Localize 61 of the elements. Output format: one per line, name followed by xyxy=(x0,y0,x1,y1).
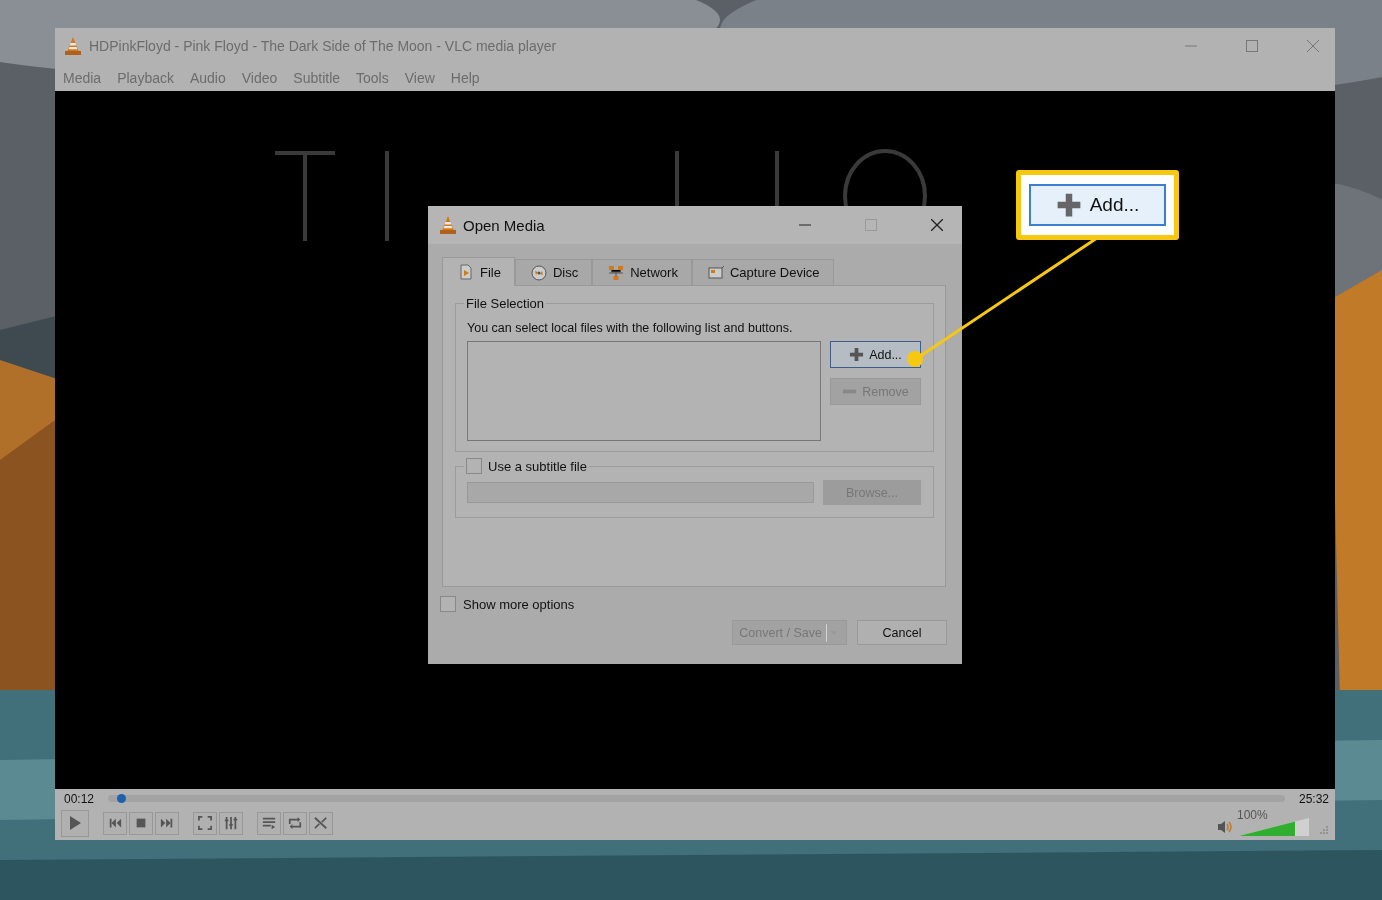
tab[interactable]: Capture Device xyxy=(691,259,834,285)
equalizer-button[interactable] xyxy=(219,811,243,835)
dropdown-icon xyxy=(826,622,840,643)
close-icon[interactable] xyxy=(931,219,943,231)
previous-icon xyxy=(108,816,122,830)
loop-button[interactable] xyxy=(283,811,307,835)
menu-item[interactable]: Help xyxy=(450,69,480,86)
stop-icon xyxy=(134,816,148,830)
menu-item[interactable]: Media xyxy=(63,69,102,86)
cone-icon xyxy=(65,37,81,55)
maximize-icon[interactable] xyxy=(1246,40,1258,52)
cone-icon xyxy=(440,216,456,234)
stop-button[interactable] xyxy=(129,811,153,835)
play-icon xyxy=(67,815,83,831)
sliders-icon xyxy=(224,816,238,830)
dialog-title: Open Media xyxy=(463,216,546,234)
menu-item[interactable]: Video xyxy=(241,69,278,86)
menu-item[interactable]: Subtitle xyxy=(293,69,341,86)
menu-item[interactable]: Audio xyxy=(189,69,226,86)
resize-grip-icon[interactable] xyxy=(1319,825,1329,835)
next-button[interactable] xyxy=(155,811,179,835)
playlist-button[interactable] xyxy=(257,811,281,835)
menu-item[interactable]: Playback xyxy=(117,69,174,86)
plus-icon xyxy=(849,347,865,362)
loop-icon xyxy=(288,816,302,830)
checkbox[interactable] xyxy=(466,458,482,474)
list-icon xyxy=(262,816,276,830)
dialog-button[interactable]: Cancel xyxy=(857,620,947,645)
shuffle-button[interactable] xyxy=(309,811,333,835)
fullscreen-icon xyxy=(198,816,212,830)
menu-item[interactable]: View xyxy=(404,69,435,86)
add-button[interactable]: Add... xyxy=(1029,184,1166,226)
capture-card-icon xyxy=(707,264,724,281)
previous-button[interactable] xyxy=(103,811,127,835)
network-icon xyxy=(608,264,625,281)
next-icon xyxy=(160,816,174,830)
shuffle-icon xyxy=(314,816,328,830)
fullscreen-button[interactable] xyxy=(193,811,217,835)
checkbox-label: Use a subtitle file xyxy=(488,458,587,474)
subtitle-path-field[interactable] xyxy=(467,482,814,503)
disc-icon xyxy=(530,264,547,281)
elapsed-time: 00:12 xyxy=(64,791,95,806)
menu-item[interactable]: Tools xyxy=(356,69,389,86)
file-list[interactable] xyxy=(467,341,821,441)
checkbox-label: Show more options xyxy=(463,596,575,612)
volume-reading: 100% xyxy=(1237,808,1268,822)
tab[interactable]: File xyxy=(442,257,515,286)
checkbox[interactable] xyxy=(440,596,456,612)
group-label: File Selection xyxy=(465,296,546,311)
maximize-icon xyxy=(865,219,877,231)
file-icon xyxy=(458,264,474,280)
play-button[interactable] xyxy=(61,809,89,837)
tab[interactable]: Network xyxy=(592,259,692,285)
file-button[interactable]: Add... xyxy=(830,341,921,368)
hint-text: You can select local files with the following list and buttons. xyxy=(467,321,794,335)
tab[interactable]: Disc xyxy=(514,259,593,285)
seek-handle[interactable] xyxy=(117,794,127,803)
window-title: HDPinkFloyd - Pink Floyd - The Dark Side of The Moon - VLC media player xyxy=(89,38,558,54)
speaker-icon xyxy=(1217,819,1233,835)
total-time: 25:32 xyxy=(1298,791,1329,806)
plus-icon xyxy=(1055,192,1082,218)
